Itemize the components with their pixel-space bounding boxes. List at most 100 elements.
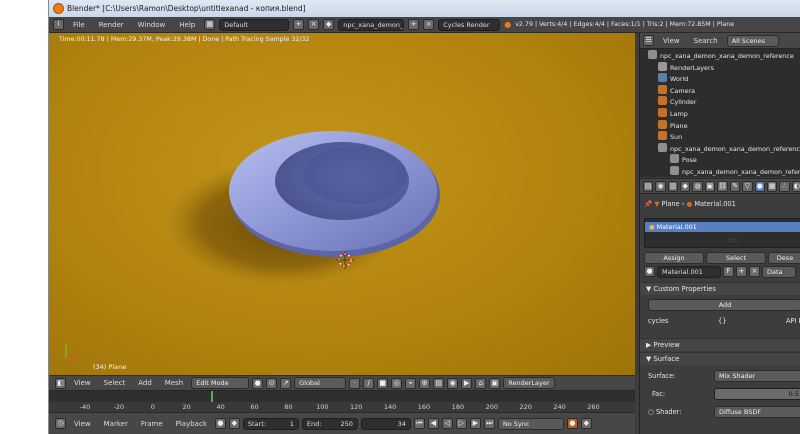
outliner-item[interactable]: Lamp [658,108,688,120]
outliner[interactable]: npc_xana_demon_xana_demon_reference Rende… [640,49,800,177]
snap-icon[interactable]: ⌖ [405,377,417,389]
render-animation-icon[interactable]: ▶ [461,377,473,389]
menu-window[interactable]: Window [133,21,171,29]
outliner-item[interactable]: Plane [658,119,688,132]
auto-key-icon[interactable]: ● [566,418,578,429]
menu-frame[interactable]: Frame [136,420,168,428]
scene-selector[interactable]: npc_xana_demon_x... [338,18,405,31]
surface-shader-selector[interactable]: Mix Shader [714,370,800,382]
keying-icon[interactable]: ◆ [228,418,240,429]
sync-selector[interactable]: No Sync [497,417,564,430]
screen-layout-icon[interactable]: ▦ [204,19,216,30]
scene-icon[interactable]: ◆ [323,19,335,30]
play-reverse-icon[interactable]: ◁ [441,418,453,429]
menu-select[interactable]: Select [99,379,131,387]
jump-start-icon[interactable]: ⏮ [413,418,425,429]
vertex-select-icon[interactable]: · [349,377,361,389]
particles-tab-icon[interactable]: ∴ [779,180,790,192]
deselect-button[interactable]: Dese [768,252,800,264]
render-engine-selector[interactable]: Cycles Render [438,18,501,31]
assign-button[interactable]: Assign [644,252,704,264]
remove-layout-icon[interactable]: × [308,19,320,30]
editor-type-3d-icon[interactable]: ◧ [55,377,66,389]
outliner-item[interactable]: npc_xana_demon_xana_demon_reference [670,166,800,177]
add-property-button[interactable]: Add [648,299,800,311]
fake-user-button[interactable]: F [723,266,734,277]
menu-tl-view[interactable]: View [69,420,96,428]
remove-scene-icon[interactable]: × [423,19,435,30]
outliner-item[interactable]: Camera [658,84,695,97]
constraints-tab-icon[interactable]: ⛓ [717,180,728,192]
surface-header[interactable]: ▼ Surface [640,352,800,365]
outliner-display-mode[interactable]: All Scenes [726,34,779,47]
menu-render[interactable]: Render [94,21,129,29]
menu-mesh[interactable]: Mesh [160,379,188,387]
modifiers-tab-icon[interactable]: ✎ [729,180,741,192]
next-keyframe-icon[interactable]: ▶ [469,418,481,429]
outliner-item[interactable]: npc_xana_demon_xana_demon_reference [648,50,794,62]
menu-playback[interactable]: Playback [171,420,212,428]
manipulator-icon[interactable]: ↗ [280,377,292,389]
material-slots-list[interactable]: ● Material.001 :::: [644,218,800,248]
new-material-icon[interactable]: + [736,266,747,277]
material-name-field[interactable]: Material.001 [657,266,721,278]
menu-help[interactable]: Help [174,21,200,29]
keyingset-icon[interactable]: ◆ [580,418,592,429]
outliner-search[interactable]: Search [689,37,723,45]
preview-header[interactable]: ▶ Preview [640,338,800,351]
render-layer-icon[interactable]: ▣ [489,377,501,389]
list-resize-handle-icon[interactable]: :::: [729,237,737,244]
editor-type-icon[interactable]: i [53,19,64,30]
object-tab-icon[interactable]: ▣ [704,180,716,192]
orientation-selector[interactable]: Global [294,377,347,389]
snap-target-icon[interactable]: ⊕ [419,377,431,389]
custom-properties-header[interactable]: ▼ Custom Properties [640,282,800,295]
add-layout-icon[interactable]: + [293,19,305,30]
jump-end-icon[interactable]: ⏭ [483,418,495,429]
editor-type-outliner-icon[interactable]: ☰ [643,35,654,46]
select-button[interactable]: Select [706,252,766,264]
play-icon[interactable]: ▷ [455,418,467,429]
menu-file[interactable]: File [68,21,90,29]
3d-viewport[interactable]: Time:00:11.78 | Mem:29.37M, Peak:29.38M … [49,33,635,375]
record-icon[interactable]: ● [214,418,226,429]
shader-arrow-icon[interactable]: ○ [648,406,654,418]
start-frame-field[interactable]: Start: 1 [242,417,299,430]
edge-select-icon[interactable]: / [363,377,375,389]
outliner-item[interactable]: Cylinder [658,96,696,108]
material-browse-icon[interactable]: ● [644,266,655,277]
texture-tab-icon[interactable]: ▦ [766,180,778,192]
mode-selector[interactable]: Edit Mode [191,377,250,389]
link-selector[interactable]: Data [762,266,796,278]
fac-slider[interactable]: 0.5 [714,388,800,400]
editor-type-timeline-icon[interactable]: ◷ [55,418,66,429]
menu-marker[interactable]: Marker [99,420,133,428]
physics-tab-icon[interactable]: ◐ [791,180,800,192]
timeline-track[interactable] [49,391,635,402]
data-tab-icon[interactable]: ▽ [742,180,753,192]
material-slot[interactable]: ● Material.001 [645,222,800,232]
face-select-icon[interactable]: ■ [377,377,389,389]
world-tab-icon[interactable]: ◍ [692,180,703,192]
current-frame-marker[interactable] [211,391,213,402]
render-tab-icon[interactable]: ◉ [655,180,666,192]
menu-add[interactable]: Add [133,379,157,387]
layout-selector[interactable]: Default [219,18,290,31]
editor-type-properties-icon[interactable]: ▤ [643,180,654,192]
scene-tab-icon[interactable]: ◆ [680,180,691,192]
pin-icon[interactable]: 📌 [644,200,652,208]
timeline[interactable]: -40 -20 0 20 40 60 80 100 120 140 160 180 200 220 240 2… [49,390,635,412]
shader-selector[interactable]: Diffuse BSDF [714,406,800,418]
proportional-edit-icon[interactable]: ◎ [391,377,403,389]
material-tab-icon[interactable]: ● [754,180,765,192]
outliner-item[interactable]: Sun [658,131,682,143]
outliner-item[interactable]: Pose [670,154,697,166]
camera-icon[interactable]: ⌂ [475,377,487,389]
add-scene-icon[interactable]: + [408,19,420,30]
render-layers-tab-icon[interactable]: ▥ [667,180,679,192]
menu-view[interactable]: View [69,379,96,387]
outliner-item[interactable]: World [658,73,688,85]
shading-icon[interactable]: ● [252,377,264,389]
end-frame-field[interactable]: End: 250 [301,417,358,430]
outliner-item[interactable]: npc_xana_demon_xana_demon_reference_s [658,142,800,155]
